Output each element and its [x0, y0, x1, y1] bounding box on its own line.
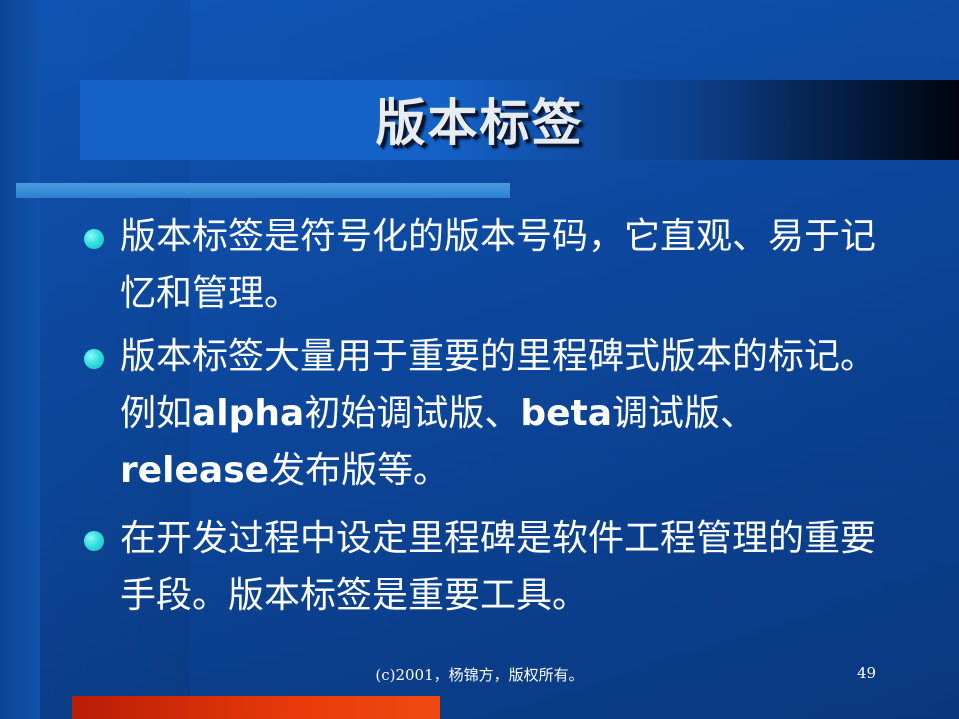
title-underline-rule	[16, 183, 510, 198]
bullet-text: 初始调试版、	[304, 393, 521, 434]
bullet-text: 发布版等。	[269, 450, 450, 491]
bullet-dot-icon	[84, 229, 104, 249]
bullet-dot-icon	[84, 531, 104, 551]
bullet-text: 版本标签是符号化的版本号码，它直观、易于记忆和管理。	[120, 216, 877, 314]
bullet-item-2: 版本标签大量用于重要的里程碑式版本的标记。例如alpha初始调试版、beta调试…	[80, 328, 900, 499]
bullet-dot-icon	[84, 349, 104, 369]
bullet-item-1: 版本标签是符号化的版本号码，它直观、易于记忆和管理。	[80, 208, 900, 322]
bullet-list: 版本标签是符号化的版本号码，它直观、易于记忆和管理。 版本标签大量用于重要的里程…	[80, 208, 900, 624]
slide-title: 版本标签	[375, 93, 584, 152]
term-beta: beta	[520, 393, 613, 434]
page-number: 49	[857, 664, 877, 682]
bullet-text: 调试版、	[612, 393, 757, 434]
bullet-item-3: 在开发过程中设定里程碑是软件工程管理的重要手段。版本标签是重要工具。	[80, 510, 900, 624]
term-alpha: alpha	[192, 393, 305, 434]
bullet-text: 在开发过程中设定里程碑是软件工程管理的重要手段。版本标签是重要工具。	[120, 518, 877, 616]
footer-copyright: (c)2001，杨锦方，版权所有。	[375, 666, 584, 684]
bottom-accent-bar	[72, 696, 440, 719]
term-release: release	[120, 450, 270, 491]
